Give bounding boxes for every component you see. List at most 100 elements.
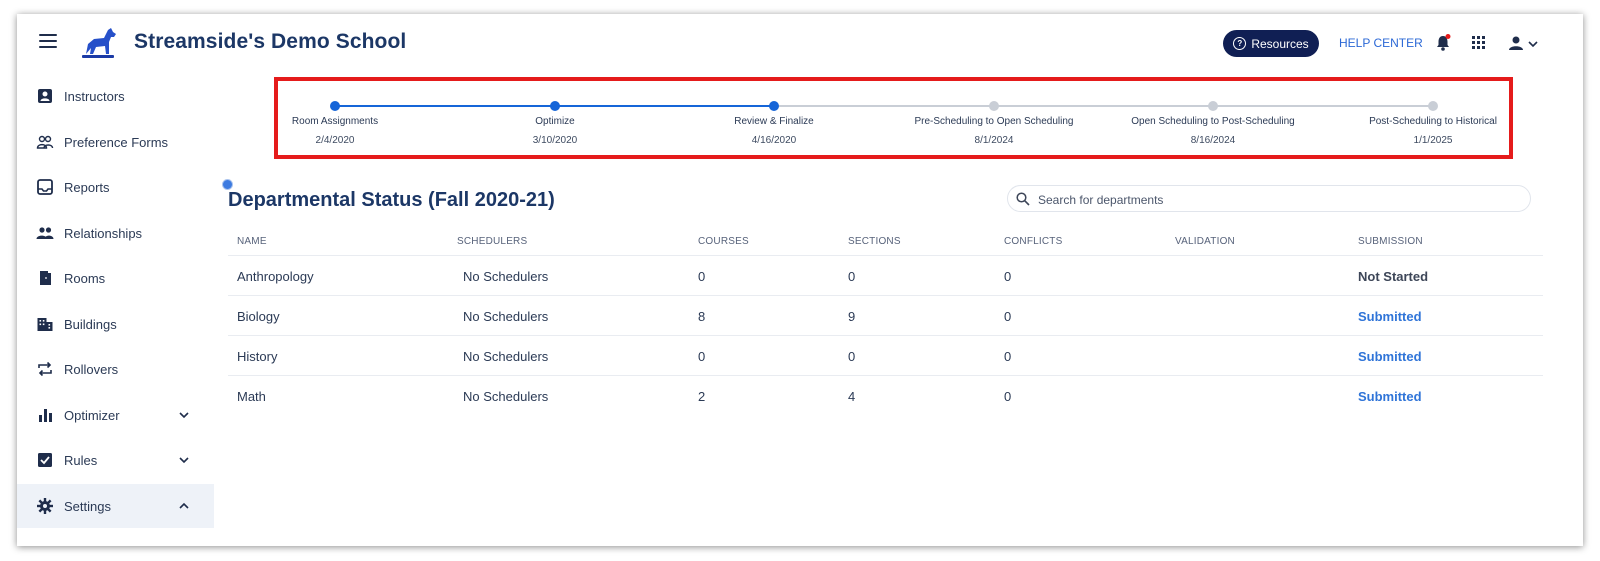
sidebar-item-buildings[interactable]: Buildings xyxy=(17,302,214,346)
search-box[interactable] xyxy=(1007,185,1531,212)
help-center-link[interactable]: HELP CENTER xyxy=(1339,36,1423,50)
courses-cell: 2 xyxy=(698,389,706,404)
schedulers-cell: No Schedulers xyxy=(463,309,549,324)
step-dot-open-scheduling[interactable] xyxy=(1208,101,1218,111)
menu-icon[interactable] xyxy=(39,34,57,48)
column-header-schedulers[interactable]: SCHEDULERS xyxy=(457,236,527,247)
stepper-connector xyxy=(994,105,1213,107)
sidebar-item-rooms[interactable]: Rooms xyxy=(17,256,214,300)
table-row[interactable]: Biology No Schedulers 8 9 0 Submitted xyxy=(228,295,1543,336)
door-icon xyxy=(40,271,51,285)
step-dot-post-scheduling[interactable] xyxy=(1428,101,1438,111)
table-row[interactable]: History No Schedulers 0 0 0 Submitted xyxy=(228,335,1543,376)
people-outline-icon xyxy=(36,135,54,149)
step-dot-optimize[interactable] xyxy=(550,101,560,111)
column-header-sections[interactable]: SECTIONS xyxy=(848,236,901,247)
step-date: 3/10/2020 xyxy=(532,135,578,146)
stepper-connector xyxy=(1213,105,1433,107)
sidebar-item-label: Settings xyxy=(64,498,111,514)
stepper-connector xyxy=(774,105,994,107)
notification-badge xyxy=(1445,34,1451,39)
courses-cell: 0 xyxy=(698,269,706,284)
courses-cell: 8 xyxy=(698,309,706,324)
sidebar-item-label: Reports xyxy=(64,179,110,195)
table-row[interactable]: Anthropology No Schedulers 0 0 0 Not Sta… xyxy=(228,255,1543,296)
step-label: Review & Finalize xyxy=(734,116,814,127)
schedulers-cell: No Schedulers xyxy=(463,389,549,404)
step-date: 2/4/2020 xyxy=(315,135,355,146)
column-header-submission[interactable]: SUBMISSION xyxy=(1358,236,1423,247)
search-icon xyxy=(1016,192,1030,206)
search-input[interactable] xyxy=(1036,189,1520,211)
column-header-conflicts[interactable]: CONFLICTS xyxy=(1004,236,1062,247)
step-date: 8/1/2024 xyxy=(974,135,1014,146)
sidebar-item-label: Rooms xyxy=(64,270,106,286)
courses-cell: 0 xyxy=(698,349,706,364)
person-badge-icon xyxy=(38,89,52,103)
column-header-courses[interactable]: COURSES xyxy=(698,236,749,247)
step-dot-room-assignments[interactable] xyxy=(330,101,340,111)
schedulers-cell: No Schedulers xyxy=(463,269,549,284)
department-name: History xyxy=(237,349,278,364)
sidebar-item-label: Optimizer xyxy=(64,407,120,423)
sections-cell: 0 xyxy=(848,349,856,364)
resources-button[interactable]: ? Resources xyxy=(1223,30,1319,57)
step-label: Room Assignments xyxy=(291,116,379,127)
top-bar: Streamside's Demo School ? Resources HEL… xyxy=(17,14,1583,72)
app-window: Streamside's Demo School ? Resources HEL… xyxy=(17,14,1583,546)
page-title: Departmental Status (Fall 2020-21) xyxy=(228,189,555,211)
sidebar-item-settings[interactable]: Settings xyxy=(17,484,214,528)
help-circle-icon: ? xyxy=(1233,37,1247,50)
sidebar-item-optimizer[interactable]: Optimizer xyxy=(17,393,214,437)
column-header-validation[interactable]: VALIDATION xyxy=(1175,236,1235,247)
chevron-down-icon xyxy=(1528,41,1538,48)
conflicts-cell: 0 xyxy=(1004,349,1012,364)
apps-grid-icon[interactable] xyxy=(1472,36,1486,50)
step-date: 1/1/2025 xyxy=(1413,135,1453,146)
step-label: Pre-Scheduling to Open Scheduling xyxy=(914,116,1074,127)
step-dot-pre-scheduling[interactable] xyxy=(989,101,999,111)
stepper-connector xyxy=(335,105,555,107)
sidebar-item-label: Relationships xyxy=(64,225,143,241)
submission-status-link[interactable]: Submitted xyxy=(1358,349,1422,364)
conflicts-cell: 0 xyxy=(1004,309,1012,324)
sidebar-item-label: Preference Forms xyxy=(64,134,169,150)
step-label: Optimize xyxy=(535,116,575,127)
chevron-up-icon xyxy=(179,502,189,509)
department-name: Math xyxy=(237,389,266,404)
sections-cell: 4 xyxy=(848,389,856,404)
sections-cell: 0 xyxy=(848,269,856,284)
chevron-down-icon xyxy=(179,412,189,419)
repeat-icon xyxy=(38,361,52,377)
sidebar-item-preference-forms[interactable]: Preference Forms xyxy=(17,120,214,164)
column-header-name[interactable]: NAME xyxy=(237,236,267,247)
building-icon xyxy=(37,318,53,331)
step-dot-review-finalize[interactable] xyxy=(769,101,779,111)
clipboard-check-icon xyxy=(38,453,52,467)
submission-status-link[interactable]: Submitted xyxy=(1358,309,1422,324)
table-row[interactable]: Math No Schedulers 2 4 0 Submitted xyxy=(228,375,1543,416)
schedule-stepper: Room Assignments 2/4/2020 Optimize 3/10/… xyxy=(274,77,1513,159)
sections-cell: 9 xyxy=(848,309,856,324)
schedulers-cell: No Schedulers xyxy=(463,349,549,364)
sidebar-item-reports[interactable]: Reports xyxy=(17,165,214,209)
sidebar-item-label: Rules xyxy=(64,452,98,468)
sidebar-item-instructors[interactable]: Instructors xyxy=(17,74,214,118)
dog-logo-icon xyxy=(82,28,116,58)
sidebar-item-rollovers[interactable]: Rollovers xyxy=(17,347,214,391)
conflicts-cell: 0 xyxy=(1004,389,1012,404)
user-account-icon[interactable] xyxy=(1507,35,1543,53)
chevron-down-icon xyxy=(179,457,189,464)
sidebar-item-relationships[interactable]: Relationships xyxy=(17,211,214,255)
stepper-connector xyxy=(555,105,774,107)
step-date: 4/16/2020 xyxy=(751,135,797,146)
submission-status-link[interactable]: Submitted xyxy=(1358,389,1422,404)
step-label: Open Scheduling to Post-Scheduling xyxy=(1131,116,1295,127)
bar-chart-icon xyxy=(39,409,52,422)
gear-icon xyxy=(37,498,53,514)
notification-bell-icon[interactable] xyxy=(1435,34,1451,52)
sidebar-item-label: Buildings xyxy=(64,316,117,332)
sidebar-item-rules[interactable]: Rules xyxy=(17,438,214,482)
department-name: Anthropology xyxy=(237,269,314,284)
group-icon xyxy=(36,227,54,239)
